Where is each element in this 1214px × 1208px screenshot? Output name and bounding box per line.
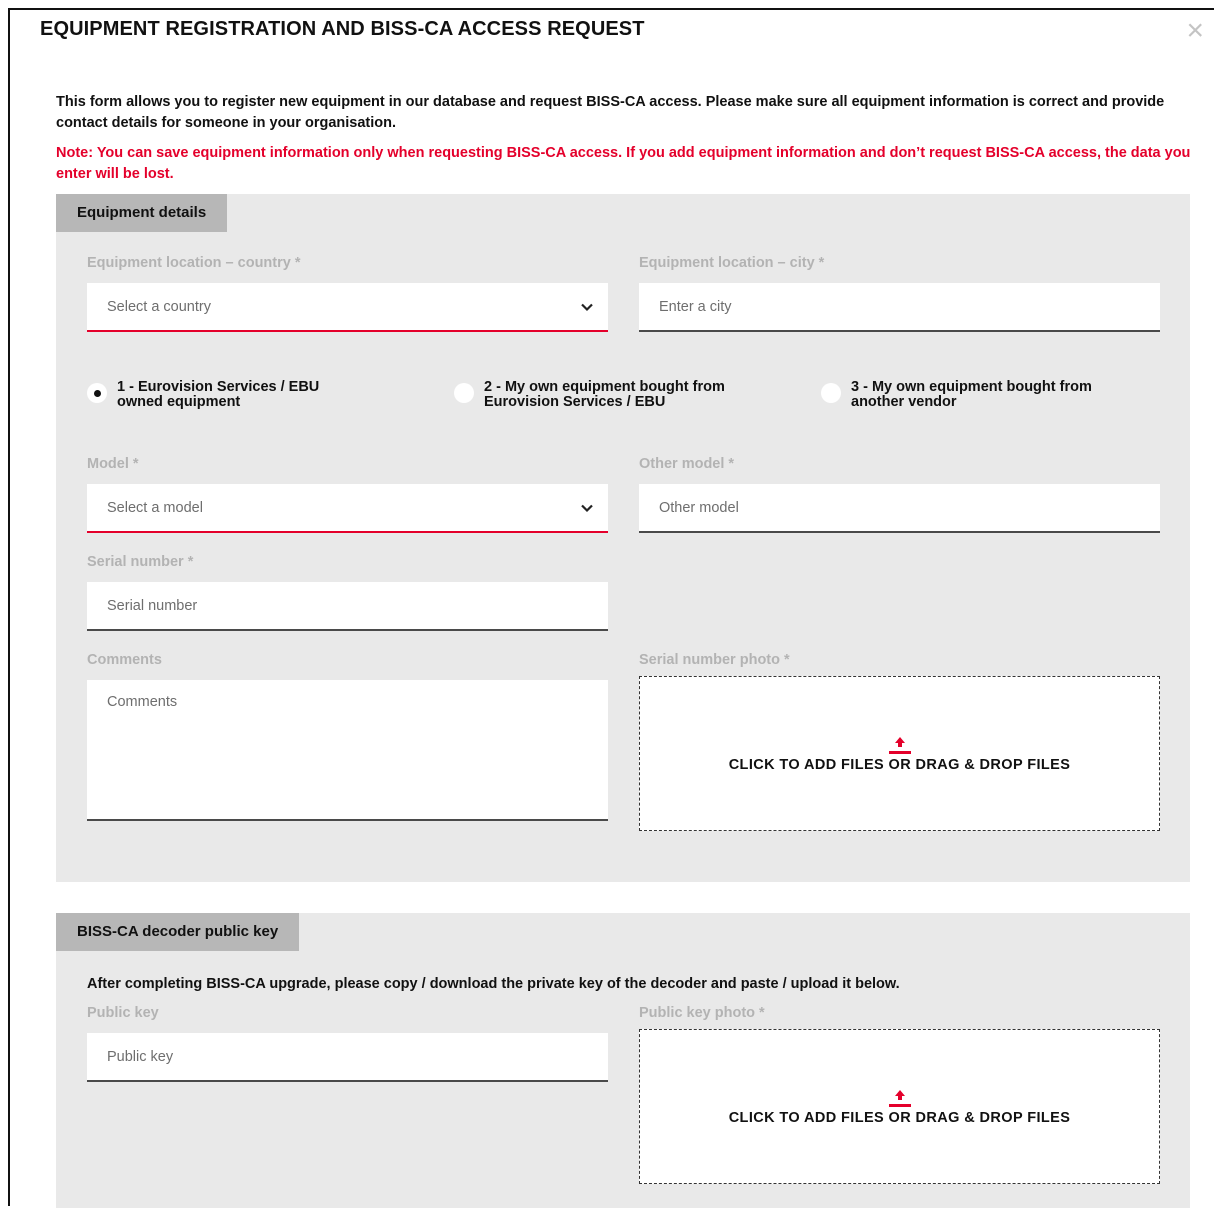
radio-button-3[interactable] [821, 383, 841, 403]
warning-note: Note: You can save equipment information… [56, 145, 1191, 182]
public-key-label: Public key [87, 1005, 159, 1021]
country-select[interactable]: Select a country [87, 283, 608, 332]
country-select-value: Select a country [107, 298, 211, 315]
other-model-placeholder: Other model [659, 499, 739, 516]
radio-option-3[interactable]: 3 - My own equipment bought from another… [821, 380, 1092, 410]
public-key-photo-label: Public key photo * [639, 1005, 765, 1021]
modal-title: EQUIPMENT REGISTRATION AND BISS-CA ACCES… [40, 18, 645, 40]
chevron-down-icon [581, 504, 593, 512]
model-select-value: Select a model [107, 499, 203, 516]
decoder-public-key-panel: BISS-CA decoder public key After complet… [56, 913, 1190, 1208]
city-input[interactable]: Enter a city [639, 283, 1160, 332]
radio-option-1-line2: owned equipment [117, 394, 241, 410]
comments-textarea[interactable]: Comments [87, 680, 608, 821]
serial-number-placeholder: Serial number [107, 597, 198, 614]
public-key-input[interactable]: Public key [87, 1033, 608, 1082]
decoder-helper-text: After completing BISS-CA upgrade, please… [87, 976, 900, 992]
radio-button-2[interactable] [454, 383, 474, 403]
public-key-placeholder: Public key [107, 1048, 174, 1065]
comments-label: Comments [87, 652, 162, 668]
radio-option-2-line2: Eurovision Services / EBU [484, 394, 666, 410]
chevron-down-icon [581, 303, 593, 311]
equipment-details-tab: Equipment details [56, 194, 228, 232]
city-placeholder: Enter a city [659, 298, 732, 315]
close-icon[interactable]: × [1186, 16, 1204, 46]
model-label: Model * [87, 456, 139, 472]
serial-photo-upload-text: CLICK TO ADD FILES OR DRAG & DROP FILES [728, 756, 1071, 773]
public-key-photo-dropzone[interactable]: CLICK TO ADD FILES OR DRAG & DROP FILES [639, 1029, 1160, 1184]
model-select[interactable]: Select a model [87, 484, 608, 533]
radio-option-2[interactable]: 2 - My own equipment bought from Eurovis… [454, 380, 725, 410]
serial-photo-dropzone[interactable]: CLICK TO ADD FILES OR DRAG & DROP FILES [639, 676, 1160, 831]
serial-number-label: Serial number * [87, 554, 194, 570]
public-key-upload-text: CLICK TO ADD FILES OR DRAG & DROP FILES [728, 1109, 1071, 1126]
radio-button-1[interactable] [87, 383, 107, 403]
radio-option-3-line2: another vendor [851, 394, 957, 410]
registration-modal: EQUIPMENT REGISTRATION AND BISS-CA ACCES… [8, 8, 1214, 1208]
serial-number-input[interactable]: Serial number [87, 582, 608, 631]
comments-placeholder: Comments [107, 694, 178, 710]
radio-option-3-line1: 3 - My own equipment bought from [851, 379, 1092, 395]
country-label: Equipment location – country * [87, 255, 301, 271]
radio-option-2-line1: 2 - My own equipment bought from [484, 379, 725, 395]
radio-option-1-line1: 1 - Eurovision Services / EBU [117, 379, 320, 395]
upload-icon [888, 1089, 911, 1107]
other-model-input[interactable]: Other model [639, 484, 1160, 533]
upload-icon [888, 736, 911, 754]
decoder-public-key-tab: BISS-CA decoder public key [56, 913, 300, 951]
radio-option-1[interactable]: 1 - Eurovision Services / EBU owned equi… [87, 380, 319, 410]
city-label: Equipment location – city * [639, 255, 825, 271]
equipment-details-panel: Equipment details Equipment location – c… [56, 194, 1190, 882]
serial-photo-label: Serial number photo * [639, 652, 790, 668]
intro-text: This form allows you to register new equ… [56, 94, 1165, 131]
other-model-label: Other model * [639, 456, 735, 472]
